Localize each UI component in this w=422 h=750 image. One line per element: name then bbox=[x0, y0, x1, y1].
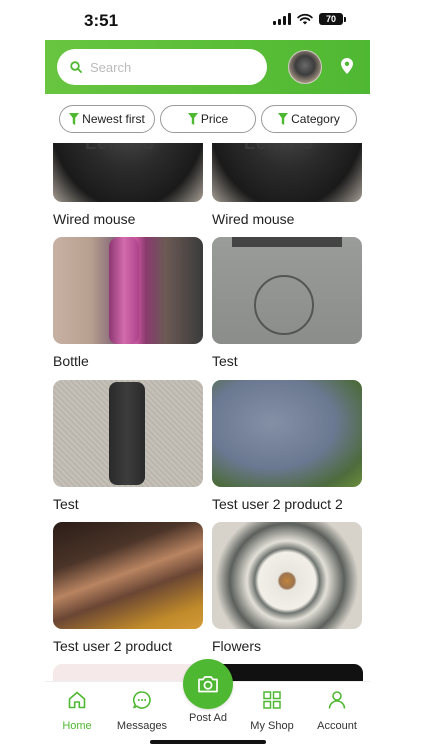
camera-icon bbox=[198, 676, 218, 693]
product-image bbox=[53, 380, 203, 487]
filter-bar: Newest first Price Category bbox=[59, 105, 357, 133]
search-input[interactable] bbox=[90, 59, 250, 75]
post-ad-button[interactable] bbox=[183, 659, 233, 709]
nav-account-label: Account bbox=[317, 720, 357, 732]
product-card-partial[interactable] bbox=[53, 664, 203, 681]
search-icon bbox=[70, 61, 82, 73]
cellular-signal-icon bbox=[273, 13, 291, 25]
user-icon bbox=[328, 691, 346, 709]
product-title: Test bbox=[212, 353, 238, 369]
product-card-partial[interactable] bbox=[213, 664, 363, 681]
home-indicator bbox=[150, 740, 266, 744]
nav-home[interactable]: Home bbox=[47, 688, 107, 732]
product-image bbox=[212, 380, 362, 487]
status-bar: 3:51 70 bbox=[0, 0, 422, 40]
filter-label: Price bbox=[200, 112, 229, 126]
filter-label: Category bbox=[291, 112, 340, 126]
product-title: Bottle bbox=[53, 353, 89, 369]
avatar[interactable] bbox=[288, 50, 322, 84]
filter-icon bbox=[278, 113, 289, 125]
status-time: 3:51 bbox=[84, 11, 119, 30]
product-card[interactable]: Bottle bbox=[53, 237, 203, 369]
product-card[interactable]: Test bbox=[212, 237, 362, 369]
post-ad-label: Post Ad bbox=[189, 712, 227, 724]
product-grid: Lenovo Wired mouse Lenovo Wired mouse Bo… bbox=[53, 143, 363, 681]
wifi-icon bbox=[297, 13, 313, 25]
product-title: Flowers bbox=[212, 638, 262, 654]
battery-icon: 70 bbox=[319, 13, 346, 25]
filter-price[interactable]: Price bbox=[160, 105, 256, 133]
filter-icon bbox=[69, 113, 80, 125]
product-image bbox=[212, 522, 362, 629]
product-title: Test user 2 product 2 bbox=[212, 496, 343, 512]
nav-home-label: Home bbox=[62, 720, 92, 732]
grid-icon bbox=[263, 691, 281, 709]
product-card[interactable]: Lenovo Wired mouse bbox=[212, 143, 362, 227]
app-header bbox=[45, 40, 370, 94]
status-icons: 70 bbox=[273, 13, 346, 25]
home-icon bbox=[68, 691, 86, 709]
product-image: Lenovo bbox=[212, 143, 362, 202]
filter-newest-first[interactable]: Newest first bbox=[59, 105, 155, 133]
chat-icon bbox=[132, 691, 151, 709]
product-card[interactable]: Flowers bbox=[212, 522, 362, 654]
nav-my-shop[interactable]: My Shop bbox=[242, 688, 302, 732]
location-pin-icon[interactable] bbox=[341, 58, 353, 74]
product-card[interactable]: Lenovo Wired mouse bbox=[53, 143, 203, 227]
search-bar[interactable] bbox=[57, 49, 267, 85]
filter-label: Newest first bbox=[82, 112, 145, 126]
product-image bbox=[212, 237, 362, 344]
product-title: Test bbox=[53, 496, 79, 512]
product-image bbox=[53, 237, 203, 344]
product-title: Wired mouse bbox=[212, 211, 295, 227]
nav-account[interactable]: Account bbox=[307, 688, 367, 732]
filter-icon bbox=[187, 113, 198, 125]
nav-messages-label: Messages bbox=[116, 720, 168, 732]
product-image bbox=[53, 522, 203, 629]
product-card[interactable]: Test bbox=[53, 380, 203, 512]
product-card[interactable]: Test user 2 product 2 bbox=[212, 380, 362, 512]
battery-level: 70 bbox=[319, 13, 343, 25]
product-title: Wired mouse bbox=[53, 211, 136, 227]
filter-category[interactable]: Category bbox=[261, 105, 357, 133]
nav-messages[interactable]: Messages bbox=[112, 688, 172, 732]
nav-my-shop-label: My Shop bbox=[250, 720, 294, 732]
product-title: Test user 2 product bbox=[53, 638, 173, 654]
product-image: Lenovo bbox=[53, 143, 203, 202]
product-card[interactable]: Test user 2 product bbox=[53, 522, 203, 654]
